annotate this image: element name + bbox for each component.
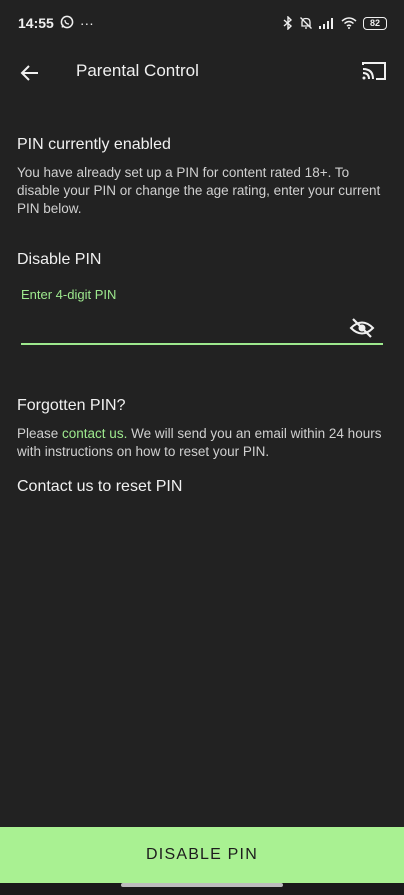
forgotten-pin-title: Forgotten PIN? — [17, 397, 126, 414]
signal-icon — [319, 17, 335, 29]
disable-pin-title: Disable PIN — [17, 251, 102, 268]
status-right: 82 — [283, 16, 387, 30]
pin-enabled-description: You have already set up a PIN for conten… — [17, 165, 381, 216]
status-left: 14:55 ··· — [18, 15, 94, 32]
contact-us-link[interactable]: contact us. — [62, 426, 127, 441]
forgotten-pin-text: Please contact us. We will send you an e… — [17, 425, 387, 461]
back-arrow-icon[interactable] — [18, 61, 42, 85]
more-notifications-icon: ··· — [79, 15, 94, 31]
page-title: Parental Control — [76, 61, 199, 80]
battery-icon: 82 — [363, 16, 387, 30]
pin-input-underline — [21, 343, 383, 345]
main-content: PIN currently enabled You have already s… — [0, 100, 404, 827]
home-indicator[interactable] — [121, 883, 283, 887]
whatsapp-icon — [60, 15, 74, 32]
bluetooth-icon — [283, 16, 293, 30]
app-bar: Parental Control — [0, 46, 404, 100]
pin-input[interactable] — [21, 312, 345, 344]
status-time: 14:55 — [18, 15, 54, 31]
pin-input-label: Enter 4-digit PIN — [21, 287, 117, 302]
cast-icon[interactable] — [361, 59, 387, 83]
forgotten-text-before: Please — [17, 426, 63, 441]
pin-enabled-title: PIN currently enabled — [17, 136, 171, 153]
bell-off-icon — [299, 16, 313, 30]
status-bar: 14:55 ··· 82 — [0, 0, 404, 46]
contact-reset-link[interactable]: Contact us to reset PIN — [17, 478, 182, 496]
eye-off-icon[interactable] — [349, 317, 375, 339]
disable-pin-button[interactable]: DISABLE PIN — [0, 827, 404, 883]
wifi-icon — [341, 17, 357, 29]
